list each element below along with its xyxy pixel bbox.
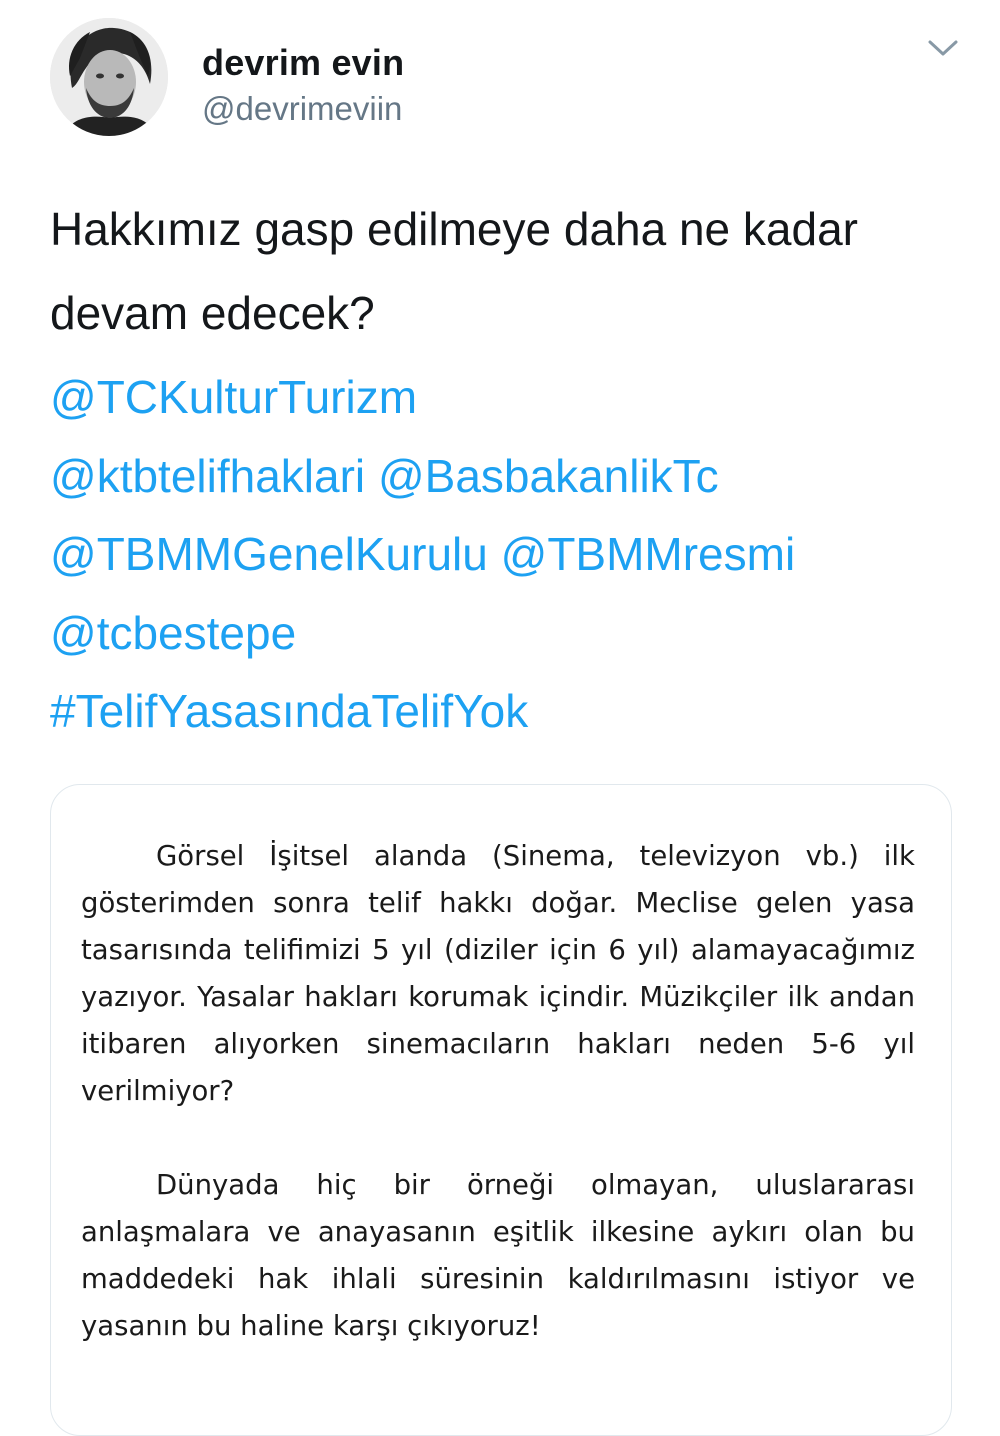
mention-line: @tcbestepe xyxy=(50,594,970,673)
tweet-text-line: devam edecek? xyxy=(50,287,375,339)
tweet-header: devrim evin @devrimeviin xyxy=(50,18,970,138)
mention-line: @TBMMGenelKurulu @TBMMresmi xyxy=(50,515,970,594)
chevron-down-icon[interactable] xyxy=(926,36,960,60)
profile-photo-icon xyxy=(50,18,168,136)
hashtag-link[interactable]: #TelifYasasındaTelifYok xyxy=(50,685,528,737)
mention-link[interactable]: @BasbakanlikTc xyxy=(378,450,719,502)
mention-link[interactable]: @ktbtelifhaklari xyxy=(50,450,365,502)
user-handle[interactable]: @devrimeviin xyxy=(202,90,402,128)
tweet-mentions: @TCKulturTurizm @ktbtelifhaklari @Basbak… xyxy=(50,358,970,751)
mention-line: @TCKulturTurizm xyxy=(50,358,970,437)
tweet-text: Hakkımız gasp edilmeye daha ne kadar dev… xyxy=(50,187,970,355)
mention-link[interactable]: @TCKulturTurizm xyxy=(50,371,417,423)
mention-link[interactable]: @TBMMresmi xyxy=(501,528,796,580)
document-paragraph: Dünyada hiç bir örneği olmayan, uluslara… xyxy=(81,1169,915,1342)
document-paragraph: Görsel İşitsel alanda (Sinema, televizyo… xyxy=(81,840,915,1107)
attached-image[interactable]: Görsel İşitsel alanda (Sinema, televizyo… xyxy=(50,784,952,1436)
image-document-text: Görsel İşitsel alanda (Sinema, televizyo… xyxy=(81,833,915,1350)
display-name[interactable]: devrim evin xyxy=(202,42,404,84)
mention-link[interactable]: @TBMMGenelKurulu xyxy=(50,528,488,580)
mention-line: @ktbtelifhaklari @BasbakanlikTc xyxy=(50,437,970,516)
tweet-text-line: Hakkımız gasp edilmeye daha ne kadar xyxy=(50,203,858,255)
avatar[interactable] xyxy=(50,18,168,136)
mention-line: #TelifYasasındaTelifYok xyxy=(50,672,970,751)
mention-link[interactable]: @tcbestepe xyxy=(50,607,296,659)
